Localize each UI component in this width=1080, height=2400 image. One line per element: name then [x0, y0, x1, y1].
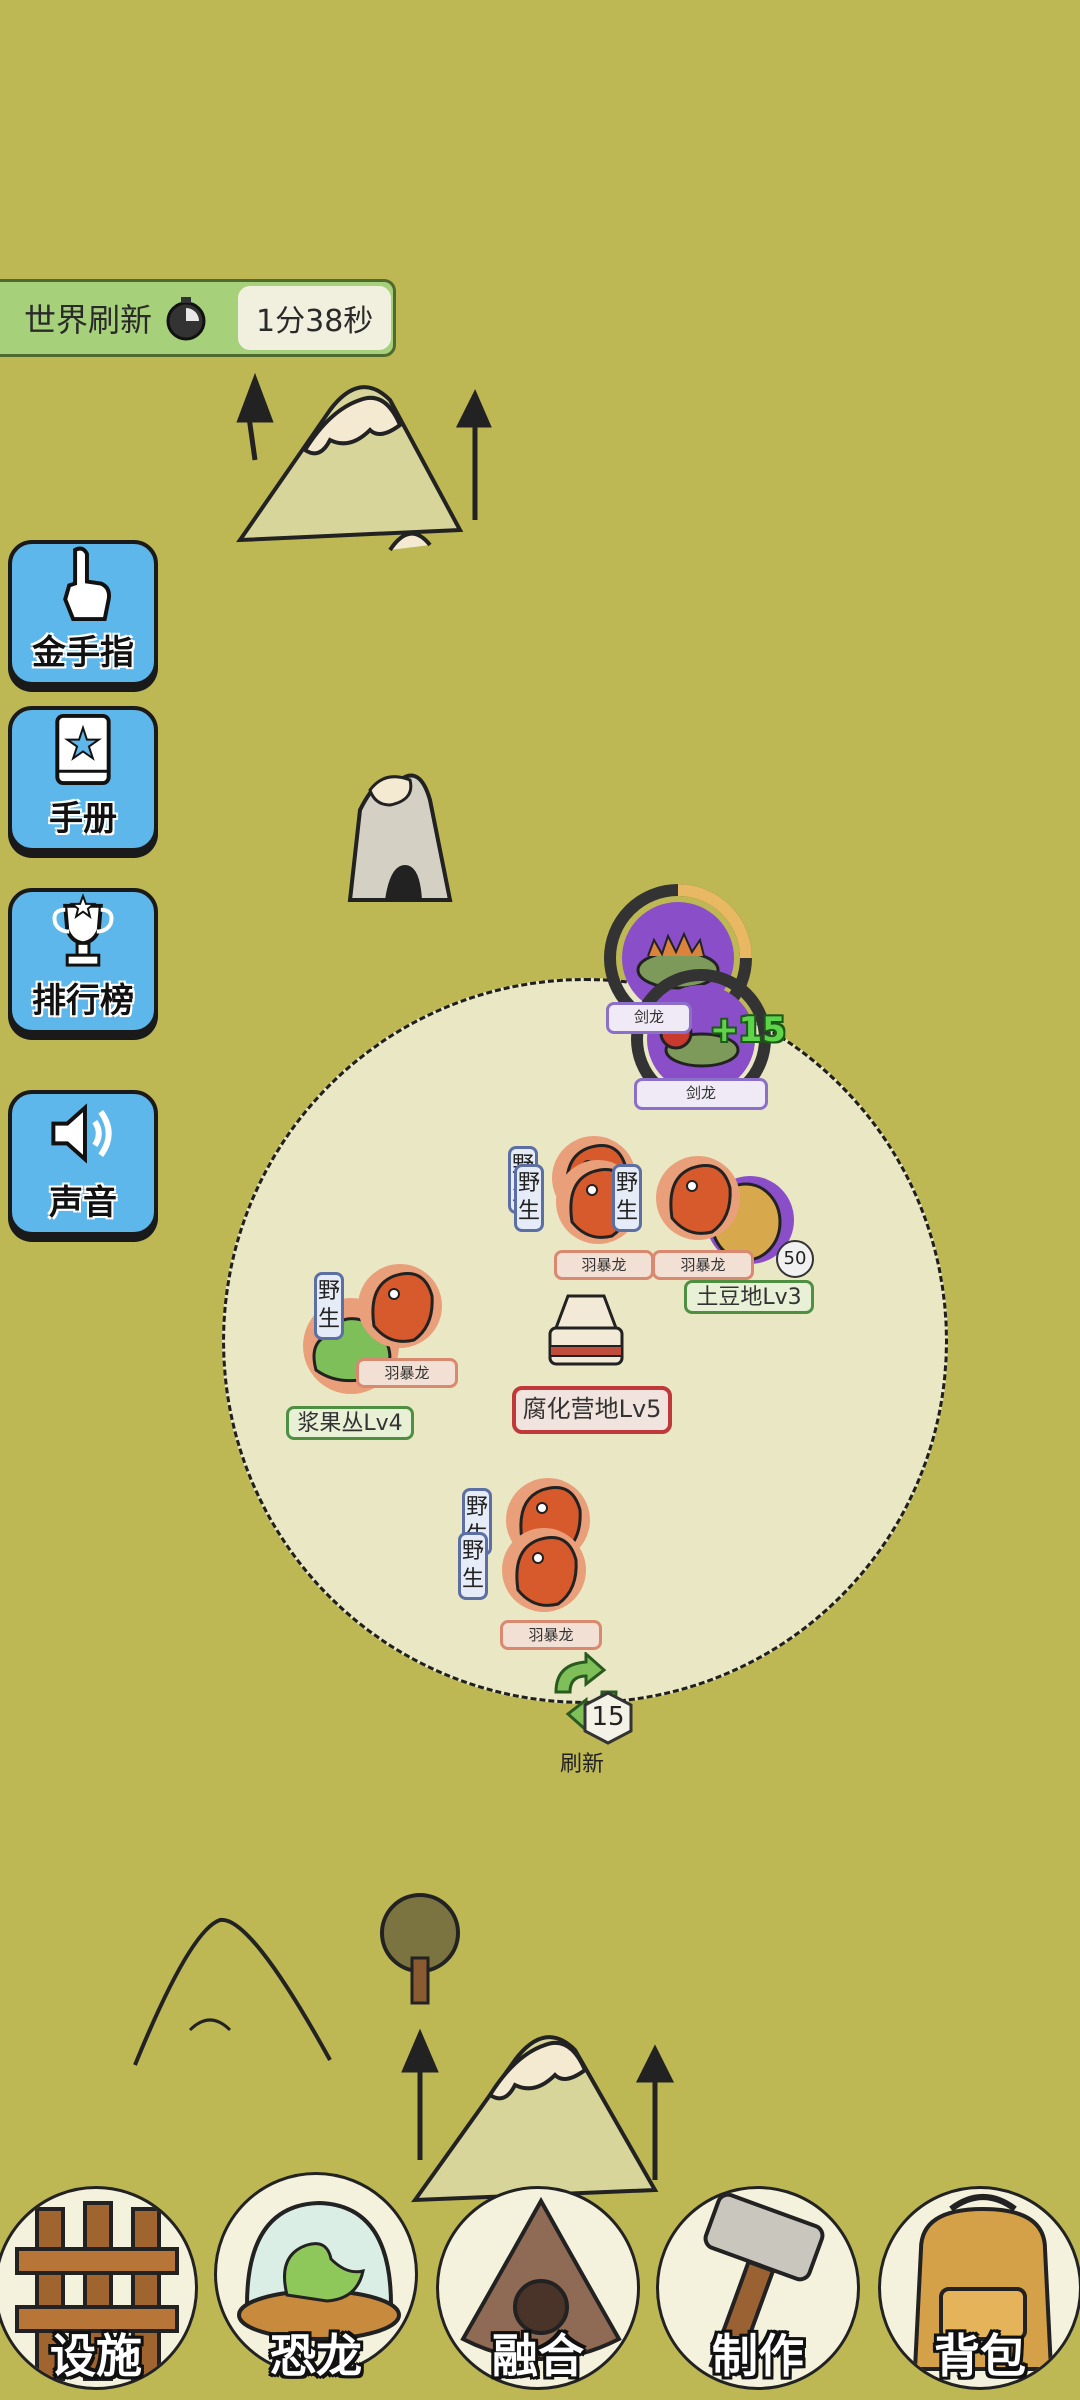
- potato-field-count-badge: 50: [776, 1240, 814, 1278]
- handbook-label: 手册: [49, 799, 117, 839]
- wild-tag-char: 野: [615, 1171, 638, 1196]
- raptor-label: 羽暴龙: [554, 1250, 654, 1280]
- golden-finger-label: 金手指: [32, 633, 134, 673]
- handbook-button[interactable]: 手册: [8, 706, 158, 852]
- wild-tag-char: 生: [461, 1567, 484, 1592]
- nav-fusion-label: 融合: [492, 2329, 584, 2383]
- golden-finger-button[interactable]: 金手指: [8, 540, 158, 686]
- wild-tag: 野 生: [514, 1164, 544, 1232]
- speaker-icon: [51, 1103, 112, 1164]
- refresh-label[interactable]: 刷新: [560, 1746, 604, 1778]
- wild-tag-char: 野: [465, 1495, 488, 1520]
- mountain-top-decoration: [236, 372, 492, 552]
- wild-tag: 野 生: [314, 1272, 344, 1340]
- nav-dinosaurs-label: 恐龙: [270, 2329, 362, 2383]
- wild-tag: 野 生: [612, 1164, 642, 1232]
- book-star-icon: [55, 713, 111, 786]
- raptor-label: 羽暴龙: [500, 1620, 602, 1650]
- berry-bush-label[interactable]: 浆果丛Lv4: [286, 1406, 414, 1440]
- potato-field-label[interactable]: 土豆地Lv3: [684, 1280, 814, 1314]
- finger-pointer-icon: [63, 546, 111, 622]
- camp-icon: [548, 1294, 624, 1366]
- cave-rock-decoration: [347, 773, 453, 902]
- refresh-cost-value: 15: [591, 1702, 625, 1732]
- raptor-label: 羽暴龙: [356, 1358, 458, 1388]
- raptor-unit[interactable]: [652, 1148, 744, 1244]
- trophy-icon: [52, 893, 114, 967]
- raptor-unit[interactable]: [498, 1520, 590, 1616]
- wild-tag-char: 野: [517, 1171, 540, 1196]
- wild-tag: 野 生: [458, 1532, 488, 1600]
- tree-decoration: [380, 1893, 460, 2005]
- sound-button[interactable]: 声音: [8, 1090, 158, 1236]
- nav-crafting-label: 制作: [712, 2329, 804, 2383]
- sound-label: 声音: [49, 1183, 117, 1223]
- raptor-label: 羽暴龙: [652, 1250, 754, 1280]
- stegosaurus-label-front: 剑龙: [634, 1078, 768, 1110]
- nav-facilities-label: 设施: [50, 2329, 142, 2383]
- leaderboard-label: 排行榜: [32, 981, 134, 1021]
- wild-tag-char: 生: [317, 1307, 340, 1332]
- nav-backpack-label: 背包: [934, 2329, 1026, 2383]
- leaderboard-button[interactable]: 排行榜: [8, 888, 158, 1034]
- raptor-unit[interactable]: [354, 1256, 446, 1352]
- stegosaurus-bonus-text: +15: [710, 1010, 786, 1050]
- wild-tag-char: 野: [461, 1539, 484, 1564]
- world-refresh-banner: 世界刷新 1分38秒: [0, 279, 396, 357]
- world-refresh-timer: 1分38秒: [238, 286, 392, 350]
- wild-tag-char: 生: [517, 1199, 540, 1224]
- world-refresh-label: 世界刷新: [24, 301, 153, 339]
- stegosaurus-label-back: 剑龙: [606, 1002, 692, 1034]
- stopwatch-icon: [166, 297, 206, 341]
- mountain-bottom-decoration: [401, 2028, 675, 2203]
- wild-tag-char: 生: [615, 1199, 638, 1224]
- camp-label[interactable]: 腐化营地Lv5: [512, 1386, 672, 1434]
- hill-bottom-left-decoration: [133, 1917, 332, 2066]
- wild-tag-char: 野: [317, 1279, 340, 1304]
